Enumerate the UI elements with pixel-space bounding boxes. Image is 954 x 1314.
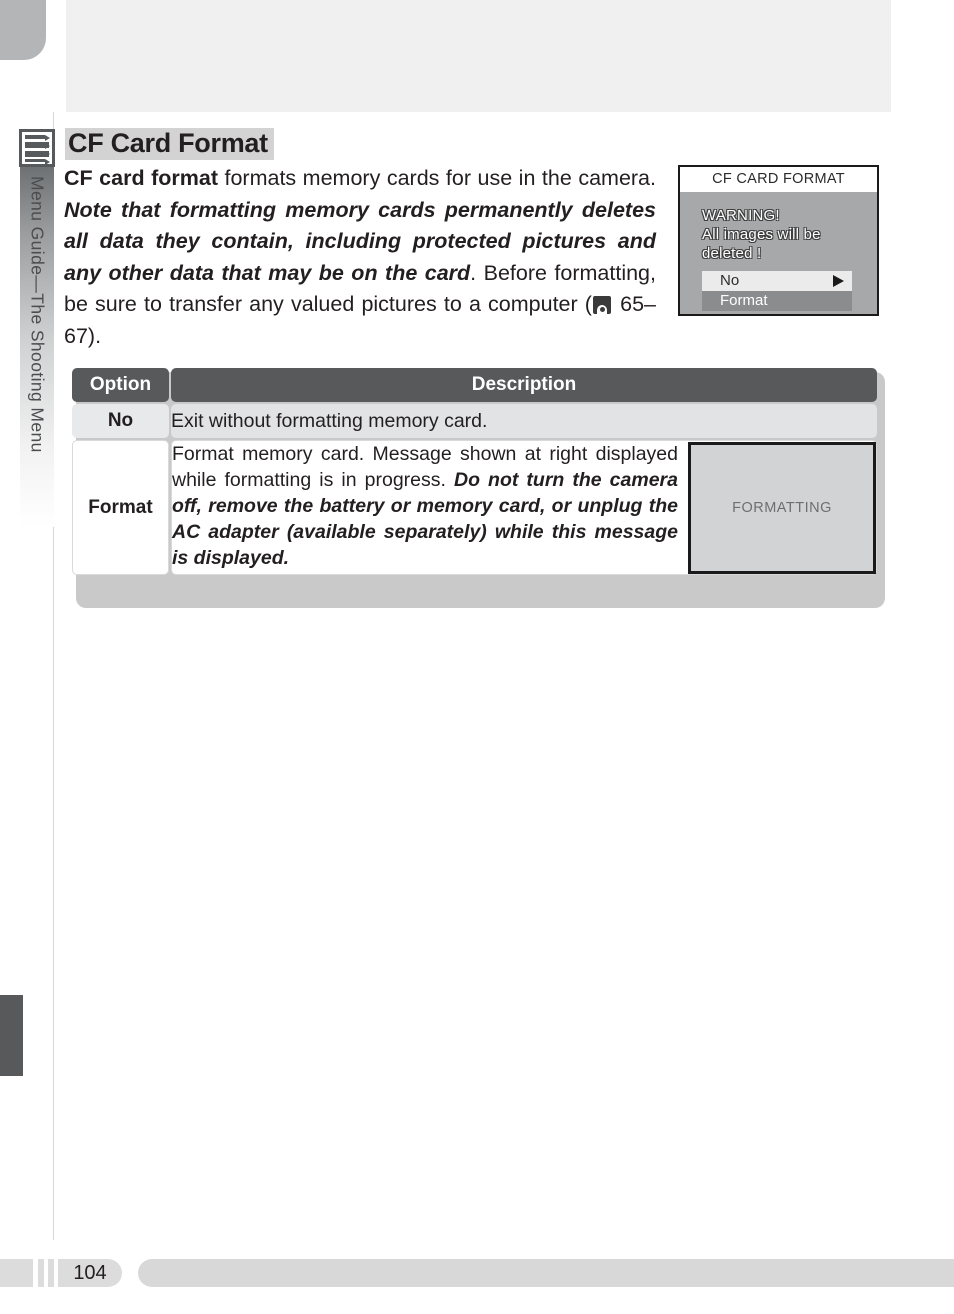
options-table: Option Description No Exit without forma… bbox=[70, 366, 879, 577]
lcd-option-no[interactable]: No bbox=[702, 271, 852, 291]
menu-list-icon bbox=[19, 129, 55, 167]
lcd-option-format[interactable]: Format bbox=[702, 291, 852, 311]
menu-list-icon-arrow bbox=[45, 135, 50, 141]
sidebar-chapter-marker bbox=[0, 995, 23, 1076]
lcd-warning-line-2: All images will be bbox=[702, 226, 821, 243]
table-cell-description-no: Exit without formatting memory card. bbox=[171, 404, 877, 438]
table-header-row: Option Description bbox=[72, 368, 877, 402]
camera-lcd-dialog: CF CARD FORMAT WARNING! All images will … bbox=[678, 165, 879, 316]
sidebar-section-label: Menu Guide—The Shooting Menu bbox=[27, 176, 48, 453]
page-title: CF Card Format bbox=[65, 128, 274, 161]
table-cell-option-format: Format bbox=[72, 440, 169, 575]
page-number: 104 bbox=[58, 1259, 122, 1287]
options-table-wrapper: Option Description No Exit without forma… bbox=[70, 366, 885, 608]
menu-list-icon-arrow bbox=[45, 151, 50, 157]
menu-list-icon-arrow bbox=[45, 159, 50, 164]
intro-text-1: formats memory cards for use in the came… bbox=[217, 166, 656, 190]
lcd-warning-line-3: deleted ! bbox=[702, 245, 762, 262]
table-cell-option-no: No bbox=[72, 404, 169, 438]
intro-lead: CF card format bbox=[64, 166, 218, 190]
right-arrow-icon bbox=[833, 275, 844, 287]
table-row: No Exit without formatting memory card. bbox=[72, 404, 877, 438]
table-header-option: Option bbox=[72, 368, 169, 402]
lcd-option-no-label: No bbox=[720, 272, 740, 289]
page-header-band bbox=[66, 0, 891, 112]
footer-segment bbox=[48, 1259, 54, 1287]
table-header-description: Description bbox=[171, 368, 877, 402]
lcd-warning-line-1: WARNING! bbox=[702, 207, 780, 224]
table-row: Format Format memory card. Message shown… bbox=[72, 440, 877, 575]
camera-page-reference-icon bbox=[592, 296, 611, 314]
formatting-lcd-label: FORMATTING bbox=[732, 500, 832, 516]
page-corner-block bbox=[0, 0, 46, 60]
lcd-dialog-body: WARNING! All images will be deleted ! No… bbox=[680, 192, 877, 314]
lcd-dialog-title: CF CARD FORMAT bbox=[680, 167, 877, 192]
menu-list-icon-arrow bbox=[45, 143, 50, 149]
menu-list-icon-line bbox=[25, 159, 45, 162]
lcd-warning-text: WARNING! All images will be deleted ! bbox=[702, 206, 877, 263]
lcd-option-format-label: Format bbox=[720, 292, 768, 309]
lcd-option-list: No Format bbox=[702, 271, 852, 311]
footer-bar-long bbox=[138, 1259, 954, 1287]
table-cell-description-format: Format memory card. Message shown at rig… bbox=[171, 440, 877, 575]
footer-segment bbox=[0, 1259, 33, 1287]
menu-list-icon-line bbox=[25, 135, 45, 139]
formatting-lcd-screen: FORMATTING bbox=[688, 442, 876, 574]
description-text-format: Format memory card. Message shown at rig… bbox=[172, 441, 678, 574]
footer-segment bbox=[38, 1259, 44, 1287]
page-footer: 104 bbox=[0, 1259, 954, 1287]
description-layout: Format memory card. Message shown at rig… bbox=[172, 441, 876, 574]
intro-paragraph: CF card format formats memory cards for … bbox=[64, 163, 656, 352]
